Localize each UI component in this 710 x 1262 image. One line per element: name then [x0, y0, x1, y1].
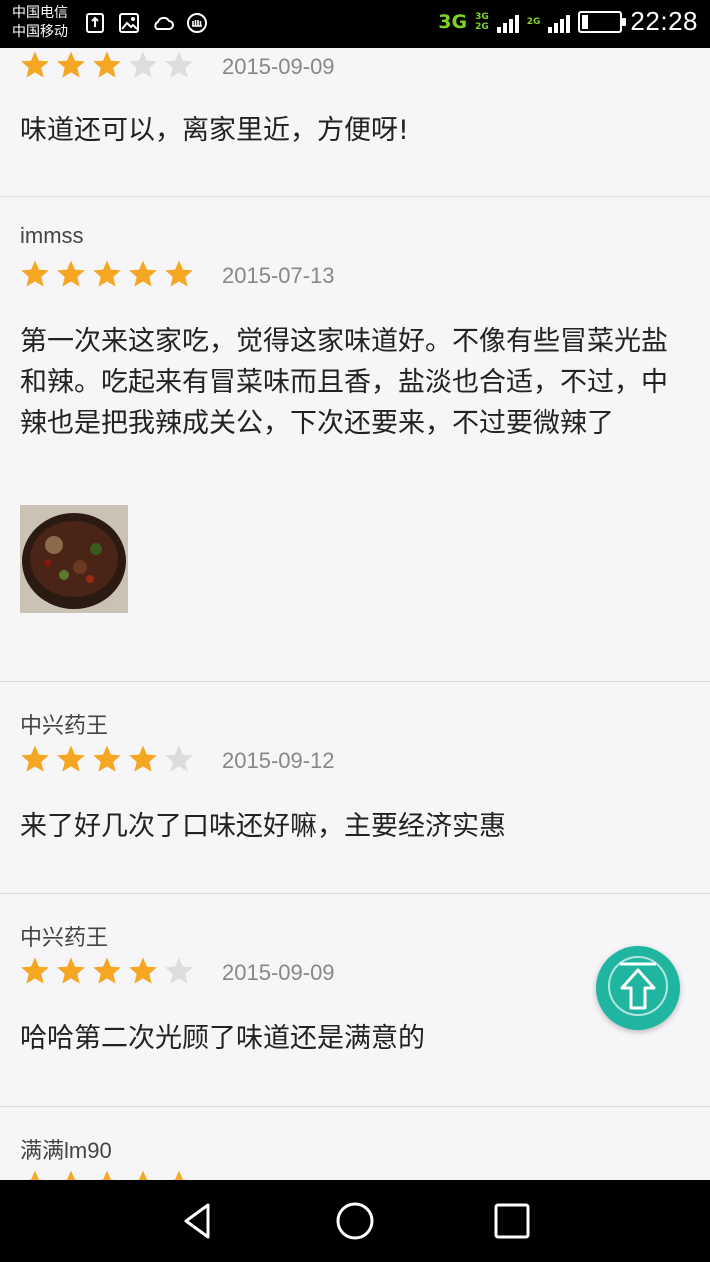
- star-filled-icon: [21, 51, 49, 78]
- star-empty-icon: [165, 745, 193, 772]
- network-2g-small: 2G: [475, 21, 489, 32]
- star-filled-icon: [26, 1170, 44, 1180]
- star-rating: [20, 259, 194, 289]
- star-filled-icon: [93, 957, 121, 984]
- star-empty-icon: [165, 957, 193, 984]
- review-username: 中兴药王: [20, 925, 109, 950]
- network-2g-label: 2G: [526, 16, 541, 27]
- star-filled-icon: [57, 957, 85, 984]
- star-empty-icon: [129, 51, 157, 78]
- network-3g-label: 3G: [438, 10, 468, 33]
- star-filled-icon: [57, 745, 85, 772]
- star-filled-icon: [129, 745, 157, 772]
- battery-icon: [578, 10, 627, 33]
- star-rating: [20, 956, 194, 986]
- star-filled-icon: [129, 957, 157, 984]
- image-icon: [119, 13, 139, 33]
- weather-icon: [154, 16, 174, 30]
- star-filled-icon: [62, 1170, 80, 1180]
- star-filled-icon: [93, 51, 121, 78]
- network-3g-small: 3G: [475, 11, 489, 22]
- back-icon[interactable]: [178, 1201, 218, 1241]
- status-bar: 中国电信 中国移动 3G 3G 2G 2G 22:28: [0, 0, 710, 48]
- back-to-top-icon: [620, 962, 656, 1010]
- star-empty-icon: [165, 51, 193, 78]
- carrier-2: 中国移动: [12, 24, 68, 40]
- star-filled-icon: [98, 1170, 116, 1180]
- clock: 22:28: [630, 6, 698, 36]
- carrier-1: 中国电信: [12, 5, 68, 21]
- review-date: 2015-07-13: [222, 263, 335, 288]
- review-item: 中兴药王 2015-09-12 来了好几次了口味还好嘛，主要经济实惠: [0, 682, 710, 894]
- review-date: 2015-09-09: [222, 960, 335, 985]
- star-rating: [20, 744, 194, 774]
- star-filled-icon: [165, 260, 193, 287]
- recents-icon[interactable]: [492, 1201, 532, 1241]
- star-filled-icon: [93, 260, 121, 287]
- home-icon[interactable]: [335, 1201, 375, 1241]
- review-item: 满满lm90: [0, 1107, 710, 1180]
- carrier-info: 中国电信 中国移动: [12, 4, 68, 42]
- star-rating: [20, 50, 194, 80]
- review-item: 2015-09-09 味道还可以，离家里近，方便呀!: [0, 48, 710, 197]
- star-filled-icon: [129, 260, 157, 287]
- star-filled-icon: [57, 260, 85, 287]
- signal-icon-2: [548, 11, 571, 33]
- signal-icon: [496, 11, 519, 33]
- review-username: 满满lm90: [20, 1138, 112, 1163]
- star-filled-icon: [21, 957, 49, 984]
- notification-icon: [187, 13, 207, 33]
- review-text: 来了好几次了口味还好嘛，主要经济实惠: [20, 811, 506, 842]
- star-filled-icon: [21, 260, 49, 287]
- review-text: 味道还可以，离家里近，方便呀!: [20, 115, 409, 146]
- review-username: 中兴药王: [20, 713, 109, 738]
- star-filled-icon: [93, 745, 121, 772]
- back-to-top-button[interactable]: [596, 946, 680, 1030]
- review-username: immss: [20, 223, 84, 248]
- usb-icon: [86, 13, 104, 33]
- review-text: 哈哈第二次光顾了味道还是满意的: [20, 1023, 425, 1054]
- review-date: 2015-09-12: [222, 748, 335, 773]
- star-filled-icon: [57, 51, 85, 78]
- review-item: immss 2015-07-13 第一次来这家吃，觉得这家味道好。不像有些冒菜光…: [0, 197, 710, 682]
- star-rating: [20, 1169, 194, 1180]
- review-text: 第一次来这家吃，觉得这家味道好。不像有些冒菜光盐和辣。吃起来有冒菜味而且香，盐淡…: [20, 326, 668, 439]
- food-photo-image: [20, 505, 128, 613]
- review-photo-thumbnail[interactable]: [20, 505, 128, 613]
- star-filled-icon: [170, 1170, 188, 1180]
- review-date: 2015-09-09: [222, 54, 335, 79]
- navigation-bar: [0, 1180, 710, 1262]
- star-filled-icon: [21, 745, 49, 772]
- star-filled-icon: [134, 1170, 152, 1180]
